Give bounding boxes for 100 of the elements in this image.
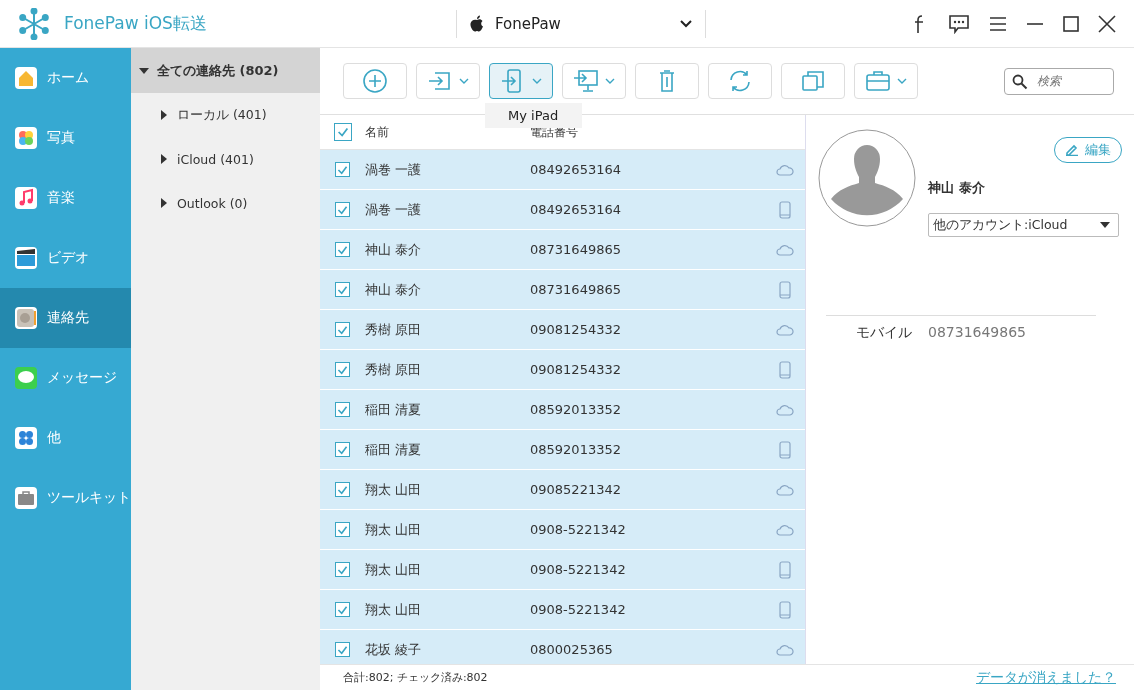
maximize-icon[interactable] bbox=[1063, 15, 1079, 32]
help-link[interactable]: データが消えました？ bbox=[976, 668, 1116, 687]
table-cell-text: 08492653164 bbox=[530, 202, 622, 217]
cloud-icon bbox=[776, 643, 794, 656]
search-icon bbox=[1012, 73, 1028, 90]
table-cell-text: 09081254332 bbox=[530, 362, 622, 377]
table-cell-text: 稲田 清夏 bbox=[365, 400, 423, 419]
table-cell-text: 神山 泰介 bbox=[365, 240, 423, 259]
checkbox[interactable] bbox=[335, 562, 350, 577]
checkbox[interactable] bbox=[335, 202, 350, 217]
table-cell-text: 翔太 山田 bbox=[365, 520, 423, 539]
chat-icon[interactable] bbox=[948, 13, 970, 34]
device-button[interactable] bbox=[489, 63, 553, 99]
tree-item[interactable]: 全ての連絡先 (802) bbox=[131, 48, 320, 93]
phone-icon bbox=[779, 280, 791, 299]
copy-icon bbox=[800, 68, 826, 94]
cloud-icon bbox=[776, 163, 794, 176]
checkmark-icon bbox=[335, 125, 350, 139]
table-cell-text: 08731649865 bbox=[530, 282, 622, 297]
monitor-icon bbox=[573, 68, 599, 94]
triangle-right-icon bbox=[159, 198, 169, 208]
computer-button[interactable] bbox=[562, 63, 626, 99]
chevron-down-icon bbox=[679, 18, 693, 29]
cloud-icon bbox=[776, 323, 794, 336]
table-cell-text: 神山 泰介 bbox=[365, 280, 423, 299]
sidebar-item[interactable]: 音楽 bbox=[0, 168, 131, 228]
checkbox[interactable] bbox=[335, 162, 350, 177]
checkbox[interactable] bbox=[335, 282, 350, 297]
music-app-icon bbox=[15, 187, 37, 209]
tree-item[interactable]: Outlook (0) bbox=[131, 181, 320, 225]
table-cell-text: 08592013352 bbox=[530, 442, 622, 457]
sidebar-item[interactable]: ツールキット bbox=[0, 468, 131, 528]
phone-icon bbox=[779, 440, 791, 459]
tree-item[interactable]: ローカル (401) bbox=[131, 93, 320, 137]
add-button[interactable] bbox=[343, 63, 407, 99]
phone-icon bbox=[779, 600, 791, 619]
table-cell-text: 翔太 山田 bbox=[365, 560, 423, 579]
field-value: 08731649865 bbox=[928, 324, 1026, 342]
sync-button[interactable] bbox=[708, 63, 772, 99]
sidebar-item[interactable]: ビデオ bbox=[0, 228, 131, 288]
cloud-icon bbox=[776, 523, 794, 536]
close-icon[interactable] bbox=[1098, 14, 1116, 33]
column-header: 名前 bbox=[365, 124, 390, 141]
sidebar-item[interactable]: 写真 bbox=[0, 108, 131, 168]
table-cell-text: 秀樹 原田 bbox=[365, 360, 423, 379]
toolkit-app-icon bbox=[15, 487, 37, 509]
sidebar-item[interactable]: 連絡先 bbox=[0, 288, 131, 348]
status-summary: 合計:802; チェック済み:802 bbox=[343, 670, 488, 685]
checkbox[interactable] bbox=[335, 362, 350, 377]
table-cell-text: 翔太 山田 bbox=[365, 600, 423, 619]
sidebar-item[interactable]: ホーム bbox=[0, 48, 131, 108]
checkbox[interactable] bbox=[335, 482, 350, 497]
delete-button[interactable] bbox=[635, 63, 699, 99]
checkbox[interactable] bbox=[335, 442, 350, 457]
app-title: FonePaw iOS転送 bbox=[64, 12, 207, 35]
search-field[interactable]: 検索 bbox=[1004, 67, 1114, 95]
table-cell-text: 09081254332 bbox=[530, 322, 622, 337]
dropdown-arrow-icon bbox=[1100, 222, 1110, 228]
cloud-icon bbox=[776, 483, 794, 496]
table-cell-text: 渦巻 一護 bbox=[365, 200, 423, 219]
triangle-down-icon bbox=[139, 65, 149, 76]
phone-icon bbox=[779, 200, 791, 219]
photos-app-icon bbox=[15, 127, 37, 149]
table-cell-text: 09085221342 bbox=[530, 482, 622, 497]
table-cell-text: 08492653164 bbox=[530, 162, 622, 177]
sync-icon bbox=[727, 68, 753, 94]
phone-icon bbox=[779, 360, 791, 379]
table-cell-text: 花坂 綾子 bbox=[365, 640, 423, 659]
duplicate-button[interactable] bbox=[781, 63, 845, 99]
cloud-icon bbox=[776, 243, 794, 256]
field-label: モバイル bbox=[856, 324, 912, 342]
checkbox[interactable] bbox=[335, 642, 350, 657]
sidebar-item[interactable]: メッセージ bbox=[0, 348, 131, 408]
video-app-icon bbox=[15, 247, 37, 269]
checkbox[interactable] bbox=[335, 322, 350, 337]
checkbox[interactable] bbox=[335, 522, 350, 537]
tooltip: My iPad bbox=[485, 103, 583, 128]
sidebar-item[interactable]: 他 bbox=[0, 408, 131, 468]
triangle-right-icon bbox=[159, 154, 169, 164]
minimize-icon[interactable] bbox=[1026, 21, 1044, 26]
account-dropdown[interactable]: 他のアカウント:iCloud bbox=[928, 213, 1119, 237]
checkbox[interactable] bbox=[335, 602, 350, 617]
caret-icon bbox=[459, 78, 469, 84]
table-cell-text: 0800025365 bbox=[530, 642, 614, 657]
toolbox-button[interactable] bbox=[854, 63, 918, 99]
phone-icon bbox=[779, 560, 791, 579]
triangle-right-icon bbox=[159, 110, 169, 120]
menu-icon[interactable] bbox=[989, 15, 1007, 32]
checkbox[interactable] bbox=[335, 402, 350, 417]
caret-icon bbox=[532, 78, 542, 84]
table-cell-text: 渦巻 一護 bbox=[365, 160, 423, 179]
checkbox[interactable] bbox=[335, 242, 350, 257]
table-cell-text: 翔太 山田 bbox=[365, 480, 423, 499]
edit-button[interactable]: 編集 bbox=[1054, 137, 1122, 163]
tree-item[interactable]: iCloud (401) bbox=[131, 137, 320, 181]
table-cell-text: 0908-5221342 bbox=[530, 522, 627, 537]
import-button[interactable] bbox=[416, 63, 480, 99]
other-app-icon bbox=[15, 427, 37, 449]
device-selector[interactable]: FonePaw bbox=[456, 9, 706, 38]
checkbox[interactable] bbox=[333, 123, 352, 141]
